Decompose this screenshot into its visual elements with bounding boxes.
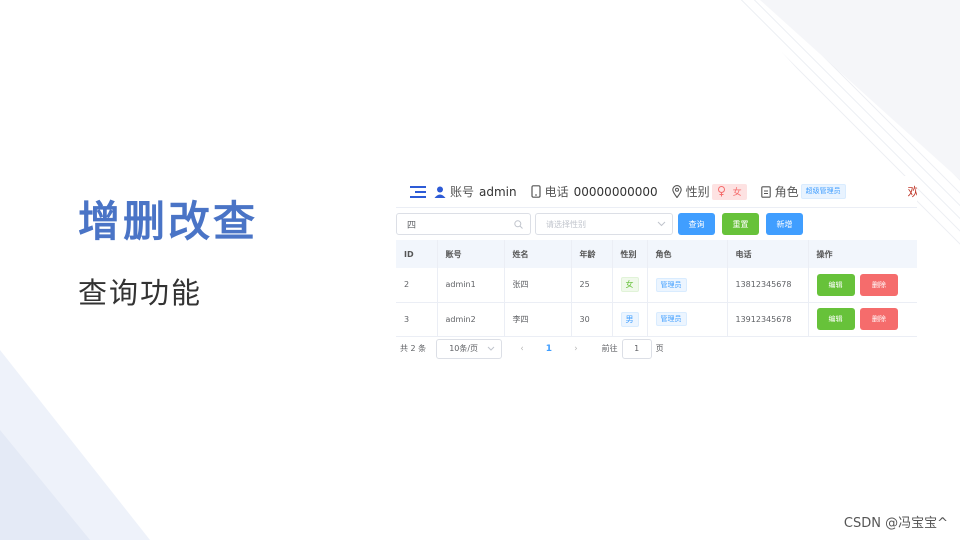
column-header-phone: 电话 — [727, 240, 809, 268]
pagination: 共 2 条 10条/页 ‹ 1 › 前往 1 页 — [396, 337, 917, 361]
edit-button[interactable]: 编辑 — [816, 308, 855, 330]
gender-select-placeholder: 请选择性别 — [546, 219, 586, 229]
mobile-phone-icon — [531, 185, 541, 198]
role-tag: 管理员 — [655, 312, 687, 326]
cell-phone: 13812345678 — [727, 268, 809, 302]
chevron-down-icon — [487, 346, 495, 351]
column-header-account: 账号 — [437, 240, 505, 268]
page-suffix: 页 — [655, 344, 664, 353]
cell-id: 2 — [396, 268, 438, 302]
gender-info: 性别 女 — [671, 183, 747, 200]
cell-name: 张四 — [504, 268, 572, 302]
current-page-number[interactable]: 1 — [546, 344, 552, 354]
column-header-role: 角色 — [647, 240, 728, 268]
menu-fold-icon[interactable] — [410, 185, 426, 198]
app-screenshot: 账号 admin 电话 00000000000 性别 女 角色 超级管理员 欢 … — [396, 176, 917, 362]
cell-sex: 女 — [612, 268, 648, 302]
search-input-value: 四 — [407, 220, 417, 231]
column-header-id: ID — [396, 240, 438, 268]
user-table: ID 账号 姓名 年龄 性别 角色 电话 操作 2 admin1 张四 25 女… — [396, 240, 917, 337]
table-header-row: ID 账号 姓名 年龄 性别 角色 电话 操作 — [396, 240, 917, 268]
cell-phone: 13912345678 — [727, 302, 809, 336]
chevron-down-icon — [657, 221, 666, 227]
delete-button[interactable]: 删除 — [860, 273, 899, 296]
app-header: 账号 admin 电话 00000000000 性别 女 角色 超级管理员 欢 — [396, 176, 917, 208]
delete-button[interactable]: 删除 — [860, 308, 899, 330]
cell-actions: 编辑 删除 — [808, 302, 917, 336]
prev-page-icon[interactable]: ‹ — [520, 344, 524, 354]
phone-value: 00000000000 — [573, 184, 658, 199]
background-triangle-right — [760, 0, 960, 180]
slide-title: 增删改查 — [78, 197, 259, 246]
table-row: 3 admin2 李四 30 男 管理员 13912345678 编辑 删除 — [396, 302, 917, 336]
column-header-name: 姓名 — [504, 240, 572, 268]
cell-account: admin1 — [437, 268, 505, 302]
welcome-text: 欢 — [907, 185, 917, 199]
account-label: 账号 — [450, 185, 475, 199]
edit-button[interactable]: 编辑 — [816, 273, 855, 296]
page-size-select[interactable]: 10条/页 — [436, 338, 503, 359]
table-row: 2 admin1 张四 25 女 管理员 13812345678 编辑 删除 — [396, 268, 917, 302]
pagination-total: 共 2 条 — [400, 344, 427, 353]
query-button[interactable]: 查询 — [678, 213, 715, 235]
goto-label: 前往 — [601, 344, 618, 353]
cell-role: 管理员 — [647, 268, 728, 302]
cell-id: 3 — [396, 302, 438, 336]
goto-page-input[interactable]: 1 — [621, 338, 652, 359]
gender-value: 女 — [732, 188, 742, 198]
background-triangle-left-inner — [0, 430, 90, 540]
slide-subtitle: 查询功能 — [78, 276, 203, 310]
page-size-value: 10条/页 — [449, 344, 479, 353]
column-header-actions: 操作 — [808, 240, 917, 268]
phone-label: 电话 — [544, 185, 569, 199]
gender-badge: 女 — [711, 183, 747, 200]
cell-actions: 编辑 删除 — [808, 268, 917, 302]
watermark: CSDN @冯宝宝^ — [843, 516, 948, 531]
cell-name: 李四 — [504, 302, 572, 336]
sex-tag-male: 男 — [620, 311, 639, 327]
role-badge: 超级管理员 — [800, 184, 846, 199]
cell-account: admin2 — [437, 302, 505, 336]
cell-age: 25 — [571, 268, 613, 302]
reset-button[interactable]: 重置 — [722, 213, 759, 235]
role-tag: 管理员 — [655, 277, 687, 292]
cell-role: 管理员 — [647, 302, 728, 336]
female-icon — [717, 186, 725, 197]
cell-age: 30 — [571, 302, 613, 336]
role-info: 角色 超级管理员 — [760, 183, 846, 200]
search-toolbar: 四 请选择性别 查询 重置 新增 — [396, 208, 917, 240]
cell-sex: 男 — [612, 302, 648, 336]
role-label: 角色 — [774, 185, 799, 199]
document-icon — [760, 185, 771, 198]
phone-info: 电话 00000000000 — [531, 183, 658, 200]
account-value: admin — [479, 184, 517, 199]
search-icon — [514, 219, 523, 229]
gender-label: 性别 — [685, 185, 710, 199]
column-header-sex: 性别 — [612, 240, 648, 268]
sex-tag-female: 女 — [620, 277, 639, 293]
account-info: 账号 admin — [434, 183, 517, 200]
next-page-icon[interactable]: › — [574, 344, 578, 354]
column-header-age: 年龄 — [571, 240, 613, 268]
add-button[interactable]: 新增 — [766, 213, 803, 235]
gender-select[interactable]: 请选择性别 — [535, 213, 673, 235]
user-icon — [434, 186, 446, 198]
location-pin-icon — [671, 185, 682, 198]
search-input[interactable]: 四 — [396, 213, 531, 235]
